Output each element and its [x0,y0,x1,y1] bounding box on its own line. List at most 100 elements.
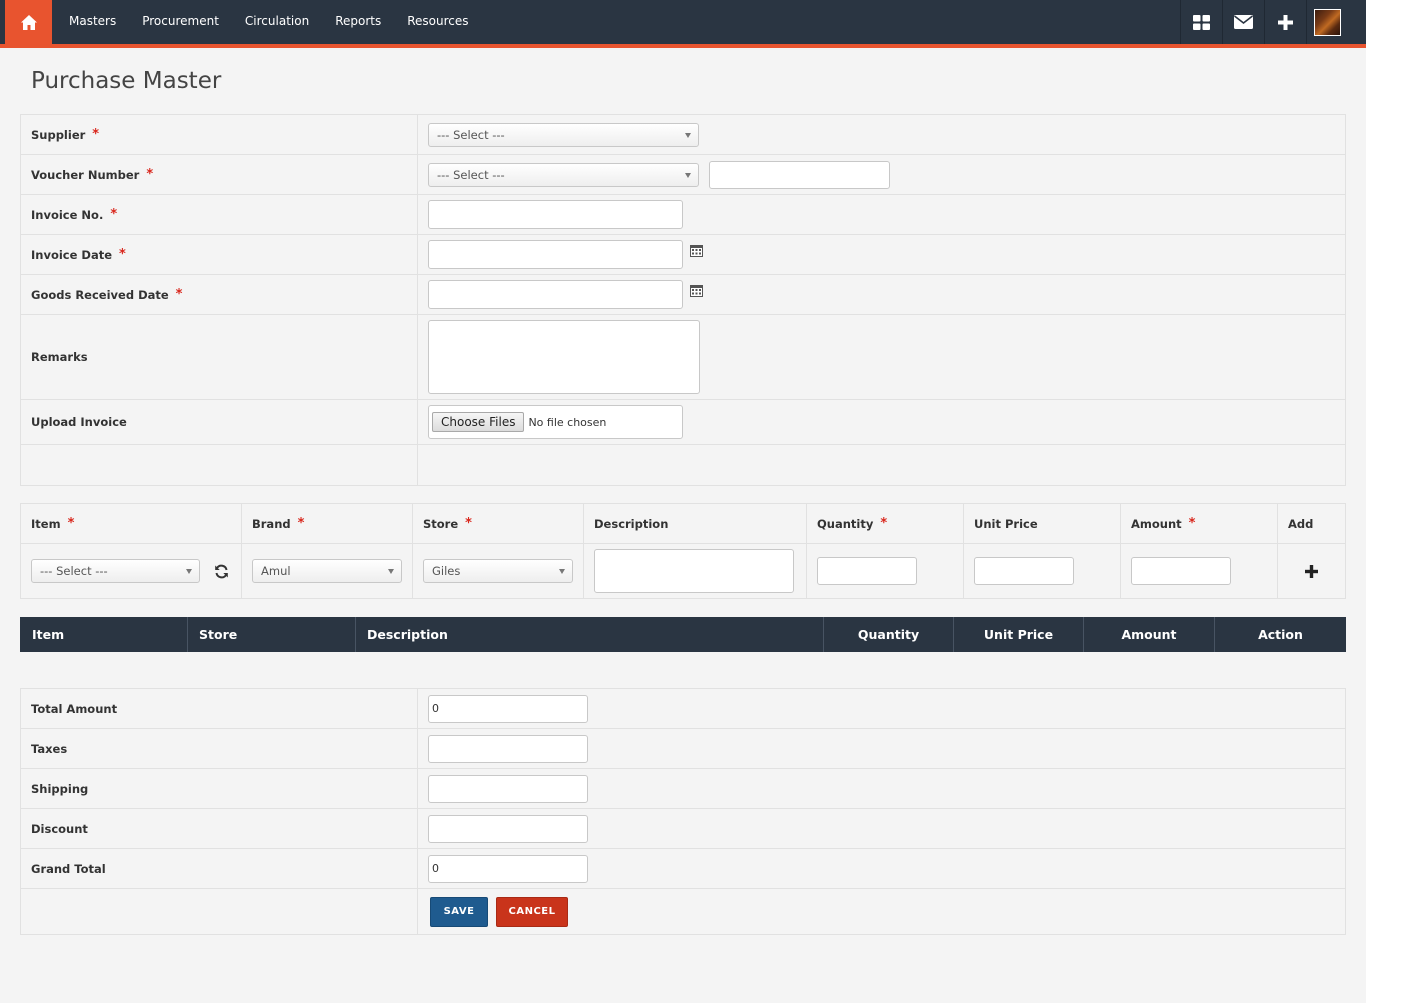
goods-received-date-label: Goods Received Date [31,287,169,302]
store-header: Store [423,516,459,531]
description-header: Description [594,516,669,531]
grid-col-action: Action [1258,627,1303,642]
invoice-no-row: Invoice No. * [21,195,1345,235]
invoice-date-row: Invoice Date * [21,235,1345,275]
grid-col-store: Store [188,617,356,652]
brand-select-value: Amul [261,564,291,578]
chevron-down-icon [186,569,192,574]
remarks-row: Remarks [21,315,1345,400]
refresh-icon[interactable] [214,564,229,579]
purchase-form: Supplier * --- Select --- Voucher Number *… [20,114,1346,486]
grand-total-row: Grand Total 0 [21,849,1345,889]
invoice-no-input[interactable] [428,200,683,229]
right-margin [1366,0,1407,1003]
taxes-row: Taxes [21,729,1345,769]
voucher-select-value: --- Select --- [437,167,505,182]
voucher-row: Voucher Number * --- Select --- [21,155,1345,195]
shipping-input[interactable] [428,774,588,803]
nav-right-tools [1180,0,1348,44]
invoice-date-input[interactable] [428,240,683,269]
item-entry-row: --- Select --- Amul Giles [21,544,1345,598]
goods-received-date-input[interactable] [428,280,683,309]
taxes-label: Taxes [31,741,68,756]
navbar-accent-line [0,44,1366,48]
supplier-select-value: --- Select --- [437,127,505,142]
taxes-input[interactable] [428,734,588,763]
add-new-button[interactable] [1264,0,1306,44]
voucher-select[interactable]: --- Select --- [428,162,699,187]
invoice-date-label: Invoice Date [31,247,113,262]
total-amount-row: Total Amount 0 [21,689,1345,729]
messages-button[interactable] [1222,0,1264,44]
required-marker: * [110,207,118,222]
choose-files-button[interactable]: Choose Files [432,412,525,432]
upload-invoice-label: Upload Invoice [31,415,127,429]
required-marker: * [119,247,126,262]
store-select[interactable]: Giles [423,559,573,583]
nav-masters[interactable]: Masters [56,0,129,44]
calendar-icon[interactable] [690,284,703,297]
home-icon [20,14,37,30]
actions-row: SAVE CANCEL [21,889,1345,934]
item-select-value: --- Select --- [40,564,108,578]
grid-col-quantity: Quantity [824,617,954,652]
required-marker: * [880,516,888,531]
item-select[interactable]: --- Select --- [31,559,200,583]
invoice-no-label: Invoice No. [31,207,104,222]
quantity-input[interactable] [817,557,917,585]
discount-input[interactable] [428,814,588,843]
item-entry-header: Item * Brand * Store * Description Quantity… [21,504,1345,544]
item-header: Item [31,516,61,531]
item-entry-table: Item * Brand * Store * Description Quantity… [20,503,1346,599]
page-title: Purchase Master [31,68,222,94]
voucher-number-input[interactable] [709,160,890,189]
grid-col-description: Description [356,617,824,652]
amount-input[interactable] [1131,557,1231,585]
items-grid-header: Item Store Description Quantity Unit Pri… [20,617,1346,652]
cancel-button[interactable]: CANCEL [496,896,568,927]
shipping-label: Shipping [31,781,89,796]
chevron-down-icon [685,172,691,178]
total-amount-label: Total Amount [31,701,118,716]
required-marker: * [465,516,472,531]
brand-select[interactable]: Amul [252,559,402,583]
supplier-label: Supplier [31,127,86,142]
store-select-value: Giles [432,564,461,578]
shipping-row: Shipping [21,769,1345,809]
dashboard-button[interactable] [1180,0,1222,44]
amount-header: Amount [1131,516,1182,531]
nav-circulation[interactable]: Circulation [232,0,322,44]
home-button[interactable] [5,0,52,44]
goods-received-date-row: Goods Received Date * [21,275,1345,315]
save-button[interactable]: SAVE [430,896,488,927]
discount-row: Discount [21,809,1345,849]
profile-button[interactable] [1306,0,1348,44]
add-item-icon[interactable] [1305,564,1318,578]
grand-total-input[interactable]: 0 [428,854,588,883]
required-marker: * [146,167,154,182]
file-status-text: No file chosen [528,415,607,429]
supplier-select[interactable]: --- Select --- [428,122,699,147]
grid-icon [1193,14,1210,30]
main-menu: Masters Procurement Circulation Reports … [56,0,482,44]
chevron-down-icon [559,569,565,574]
plus-icon [1278,14,1293,30]
file-upload-input[interactable]: Choose Files No file chosen [428,405,683,439]
description-input[interactable] [594,549,794,593]
required-marker: * [175,287,183,302]
nav-reports[interactable]: Reports [322,0,394,44]
remarks-textarea[interactable] [428,320,700,394]
add-header: Add [1288,516,1314,531]
calendar-icon[interactable] [690,244,703,257]
unit-price-input[interactable] [974,557,1074,585]
grid-col-unit-price: Unit Price [954,617,1084,652]
nav-procurement[interactable]: Procurement [129,0,232,44]
required-marker: * [92,127,100,142]
voucher-label: Voucher Number [31,167,140,182]
nav-resources[interactable]: Resources [394,0,481,44]
remarks-label: Remarks [31,350,88,364]
empty-row [21,445,1345,485]
total-amount-input[interactable]: 0 [428,694,588,723]
required-marker: * [297,516,305,531]
grid-col-amount: Amount [1084,617,1215,652]
